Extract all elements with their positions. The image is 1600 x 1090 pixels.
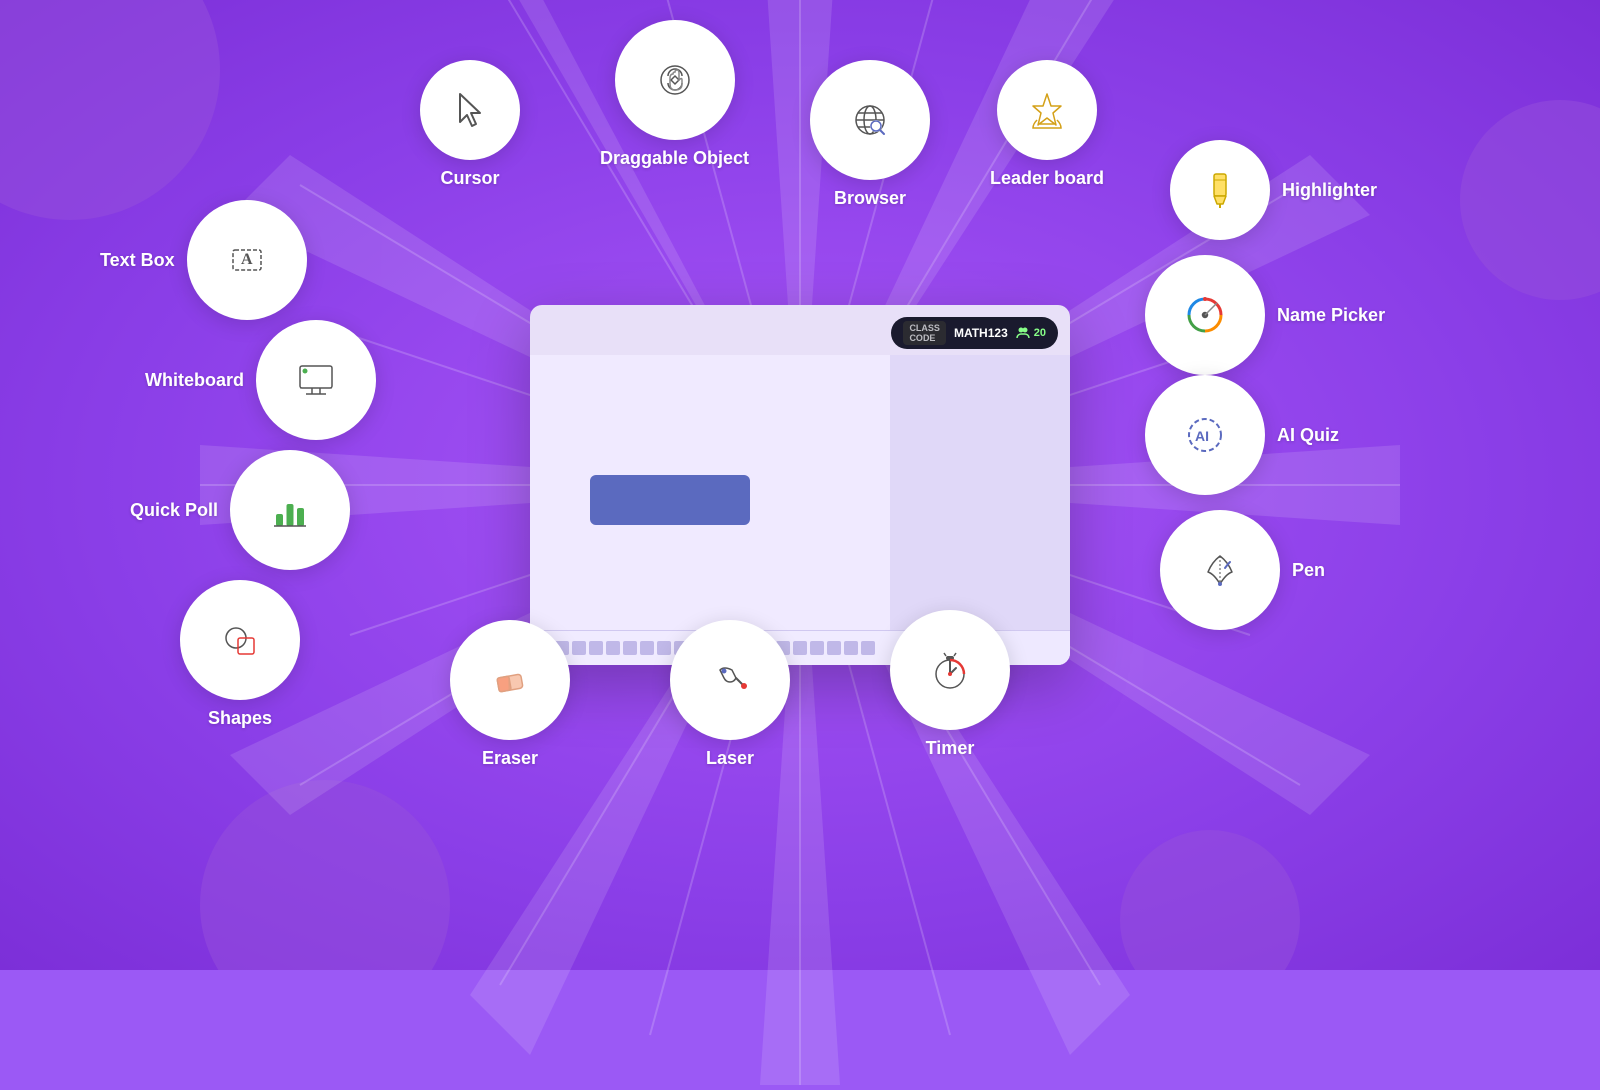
wb-tool-dot [827,641,841,655]
feature-namepicker: Name Picker [1145,255,1385,375]
wb-tool-dot [572,641,586,655]
textbox-label: Text Box [100,250,175,271]
wb-header: CLASSCODE MATH123 20 [891,317,1058,349]
leaderboard-label: Leader board [990,168,1104,189]
feature-browser: Browser [810,60,930,209]
laser-label: Laser [706,748,754,769]
shapes-circle[interactable] [180,580,300,700]
shapes-label: Shapes [208,708,272,729]
feature-laser: Laser [670,620,790,769]
feature-leaderboard: Leader board [990,60,1104,189]
svg-text:A: A [241,251,253,268]
aiquiz-label: AI Quiz [1277,425,1339,446]
cursor-circle[interactable] [420,60,520,160]
pen-circle[interactable] [1160,510,1280,630]
class-code-label: CLASSCODE [903,321,946,345]
whiteboard-circle[interactable] [256,320,376,440]
leaderboard-circle[interactable] [997,60,1097,160]
feature-draggable: Draggable Object [600,20,749,169]
svg-text:AI: AI [1195,428,1209,444]
feature-eraser: Eraser [450,620,570,769]
aiquiz-circle[interactable]: AI [1145,375,1265,495]
quickpoll-circle[interactable] [230,450,350,570]
whiteboard-label: Whiteboard [145,370,244,391]
wb-tool-dot [623,641,637,655]
draggable-label: Draggable Object [600,148,749,169]
namepicker-label: Name Picker [1277,305,1385,326]
highlighter-label: Highlighter [1282,180,1377,201]
browser-circle[interactable] [810,60,930,180]
feature-quickpoll: Quick Poll [130,450,350,570]
feature-whiteboard: Whiteboard [145,320,376,440]
wb-tool-dot [657,641,671,655]
laser-circle[interactable] [670,620,790,740]
wb-tool-dot [810,641,824,655]
wb-tool-dot [640,641,654,655]
browser-label: Browser [834,188,906,209]
timer-label: Timer [926,738,975,759]
quickpoll-label: Quick Poll [130,500,218,521]
draggable-circle[interactable] [615,20,735,140]
feature-textbox: Text Box A [100,200,307,320]
feature-pen: Pen [1160,510,1325,630]
namepicker-circle[interactable] [1145,255,1265,375]
textbox-circle[interactable]: A [187,200,307,320]
wb-tool-dot [589,641,603,655]
participants-count: 20 [1016,326,1046,340]
wb-blue-rect [590,475,750,525]
eraser-label: Eraser [482,748,538,769]
wb-tool-dot [844,641,858,655]
highlighter-circle[interactable] [1170,140,1270,240]
wb-tool-dot [793,641,807,655]
wb-tool-dot [606,641,620,655]
eraser-circle[interactable] [450,620,570,740]
class-name: MATH123 [954,326,1008,340]
pen-label: Pen [1292,560,1325,581]
feature-shapes: Shapes [180,580,300,729]
feature-highlighter: Highlighter [1170,140,1377,240]
feature-timer: Timer [890,610,1010,759]
cursor-label: Cursor [440,168,499,189]
wb-canvas [530,355,890,665]
feature-cursor: Cursor [420,60,520,189]
feature-aiquiz: AI AI Quiz [1145,375,1339,495]
timer-circle[interactable] [890,610,1010,730]
wb-tool-dot [861,641,875,655]
